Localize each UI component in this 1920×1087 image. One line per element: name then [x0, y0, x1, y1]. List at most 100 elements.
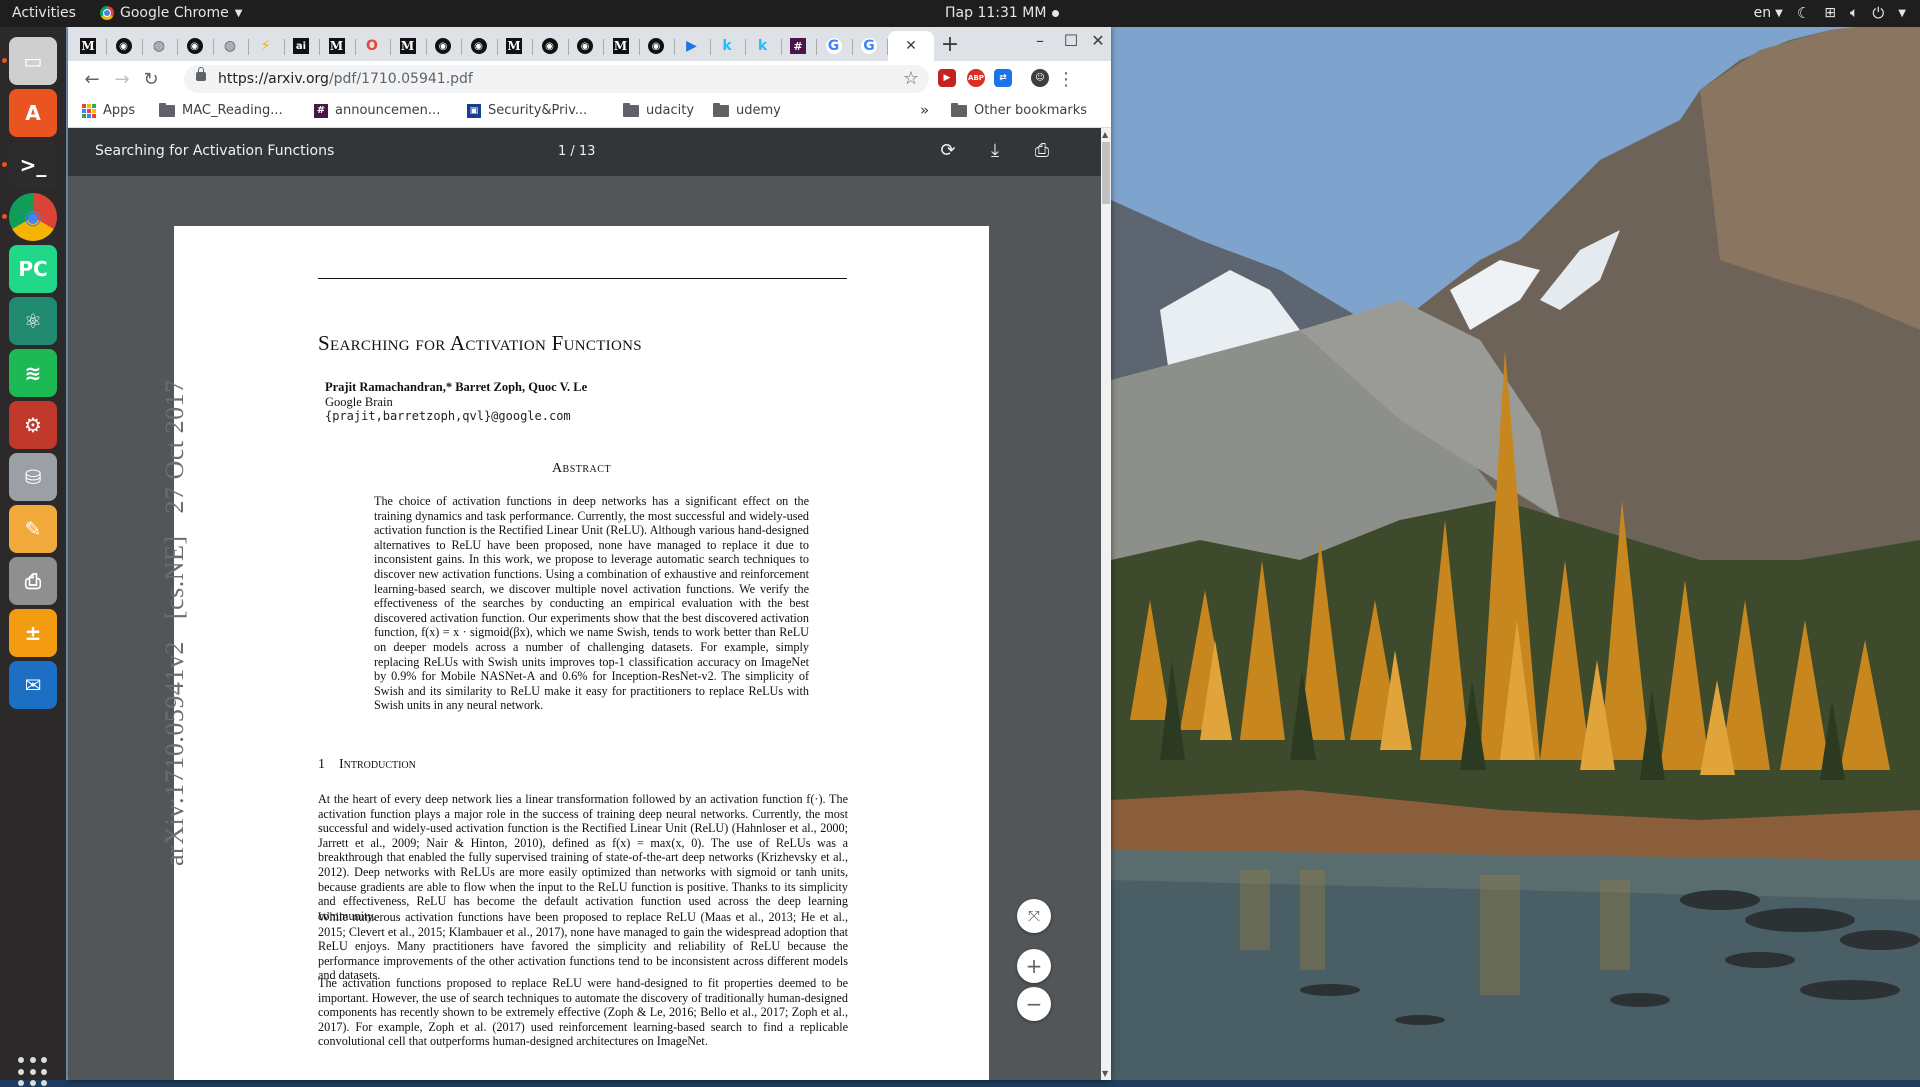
tab-12[interactable]: ◉: [464, 33, 494, 59]
pdf-viewport[interactable]: Searching for Activation Functions Praji…: [68, 176, 1101, 1080]
app-menu[interactable]: Google Chrome ▼: [100, 5, 242, 21]
tab-4[interactable]: ◉: [180, 33, 210, 59]
system-settings-icon[interactable]: ⚙: [9, 401, 57, 449]
network-icon: ⊞: [1824, 5, 1837, 21]
pycharm-icon[interactable]: PC: [9, 245, 57, 293]
translate-extension-icon[interactable]: ⇄: [994, 69, 1012, 87]
maximize-icon[interactable]: ☐: [1056, 31, 1086, 50]
bookmark-announcements[interactable]: # announcemen...: [314, 103, 440, 118]
google-icon: G: [861, 38, 877, 54]
bookmark-label: MAC_Reading...: [182, 103, 283, 118]
tab-separator: [709, 39, 711, 55]
files-icon[interactable]: ▭: [2, 37, 57, 85]
menu-kebab-icon[interactable]: ⋮: [1055, 69, 1077, 90]
tab-6[interactable]: ⚡: [251, 33, 281, 59]
tab-3[interactable]: ◍: [144, 33, 174, 59]
show-applications-icon[interactable]: [18, 1057, 48, 1087]
disk-utility-icon[interactable]: ⛁: [9, 453, 57, 501]
calculator-icon[interactable]: ±: [9, 609, 57, 657]
page-indicator[interactable]: 1 / 13: [558, 144, 595, 159]
software-center-icon[interactable]: A: [9, 89, 57, 137]
printer-icon[interactable]: ⎙: [9, 557, 57, 605]
scroll-down-icon[interactable]: ▼: [1102, 1069, 1108, 1078]
tab-23[interactable]: G: [854, 33, 884, 59]
url-text[interactable]: https://arxiv.org/pdf/1710.05941.pdf: [218, 71, 473, 87]
pdf-toolbar: Searching for Activation Functions 1 / 1…: [68, 128, 1101, 176]
tab-separator: [425, 39, 427, 55]
tab-21[interactable]: #: [783, 33, 813, 59]
tab-strip: M ◉ ◍ ◉ ◍ ⚡ ai M O M ◉ ◉ M ◉ ◉ M ◉ ▶ k k # G G ✕ + – ☐ ✕: [68, 27, 1111, 61]
bookmark-mac-reading[interactable]: MAC_Reading...: [159, 102, 283, 118]
globe-icon: ◍: [152, 38, 166, 54]
chrome-icon[interactable]: ◉: [2, 193, 57, 241]
bookmark-overflow-button[interactable]: »: [920, 101, 929, 119]
tab-13[interactable]: M: [499, 33, 529, 59]
abstract-heading: Abstract: [551, 461, 612, 476]
back-icon[interactable]: ←: [81, 69, 103, 90]
folder-icon: [713, 102, 729, 117]
tab-separator: [780, 39, 782, 55]
tab-14[interactable]: ◉: [535, 33, 565, 59]
adblock-plus-icon[interactable]: ABP: [967, 69, 985, 87]
bookmark-udacity[interactable]: udacity: [623, 102, 694, 118]
minimize-icon[interactable]: –: [1025, 31, 1055, 50]
tab-separator: [390, 39, 391, 55]
profile-avatar-icon[interactable]: ☺: [1031, 69, 1049, 87]
new-tab-button[interactable]: +: [938, 33, 962, 57]
slack-icon: #: [314, 103, 328, 118]
reload-icon[interactable]: ↻: [140, 69, 162, 90]
address-bar[interactable]: https://arxiv.org/pdf/1710.05941.pdf ☆: [184, 65, 929, 93]
tab-16[interactable]: M: [606, 33, 636, 59]
tab-8[interactable]: M: [322, 33, 352, 59]
spotify-icon[interactable]: ≋: [9, 349, 57, 397]
tab-22[interactable]: G: [819, 33, 849, 59]
app-menu-label: Google Chrome: [120, 5, 229, 21]
tab-7[interactable]: ai: [286, 33, 316, 59]
pdf-scrollbar[interactable]: ▲ ▼: [1101, 128, 1111, 1080]
play-icon: ▶: [686, 38, 697, 54]
tab-19[interactable]: k: [712, 33, 742, 59]
activities-button[interactable]: Activities: [12, 5, 76, 21]
tab-2[interactable]: ◉: [109, 33, 139, 59]
language-indicator[interactable]: en ▼: [1754, 5, 1783, 21]
close-icon[interactable]: ✕: [905, 38, 917, 54]
scrollbar-thumb[interactable]: [1102, 142, 1110, 204]
terminal-icon[interactable]: >_: [2, 141, 57, 189]
tab-9[interactable]: O: [357, 33, 387, 59]
opera-icon: O: [366, 38, 378, 54]
bookmark-other[interactable]: Other bookmarks: [951, 102, 1087, 118]
print-icon[interactable]: ⎙: [1030, 140, 1054, 161]
clock[interactable]: Пар 11:31 ММ: [945, 5, 1060, 21]
tab-18[interactable]: ▶: [677, 33, 707, 59]
tab-20[interactable]: k: [748, 33, 778, 59]
clock-label: Пар 11:31 ММ: [945, 5, 1047, 21]
atom-icon[interactable]: ⚛: [9, 297, 57, 345]
text-editor-icon[interactable]: ✎: [9, 505, 57, 553]
medium-icon: M: [399, 38, 416, 54]
rotate-icon[interactable]: ⟳: [936, 140, 960, 161]
scroll-up-icon[interactable]: ▲: [1102, 130, 1108, 139]
github-icon: ◉: [541, 38, 558, 54]
github-icon: ◉: [470, 38, 487, 54]
system-tray[interactable]: en ▼ ☾ ⊞ 🔈︎ ⏻ ▼: [1754, 4, 1906, 22]
close-window-icon[interactable]: ✕: [1083, 31, 1113, 50]
tab-5[interactable]: ◍: [215, 33, 245, 59]
fit-to-page-button[interactable]: ⤧: [1017, 899, 1051, 933]
thunderbird-icon[interactable]: ✉: [9, 661, 57, 709]
tab-11[interactable]: ◉: [428, 33, 458, 59]
bookmark-star-icon[interactable]: ☆: [903, 68, 919, 89]
bookmark-apps[interactable]: Apps: [82, 103, 135, 118]
bookmark-security-privacy[interactable]: ▣ Security&Priv...: [467, 103, 587, 118]
tab-17[interactable]: ◉: [641, 33, 671, 59]
tab-active-pdf[interactable]: ✕: [888, 31, 934, 61]
tab-10[interactable]: M: [393, 33, 423, 59]
tab-15[interactable]: ◉: [570, 33, 600, 59]
chrome-icon: [100, 6, 114, 20]
download-icon[interactable]: ⤓: [983, 140, 1007, 161]
forward-icon[interactable]: →: [111, 69, 133, 90]
tab-1[interactable]: M: [73, 33, 103, 59]
pdf-extension-icon[interactable]: ▶: [938, 69, 956, 87]
bookmark-udemy[interactable]: udemy: [713, 102, 781, 118]
zoom-in-button[interactable]: +: [1017, 949, 1051, 983]
zoom-out-button[interactable]: −: [1017, 987, 1051, 1021]
